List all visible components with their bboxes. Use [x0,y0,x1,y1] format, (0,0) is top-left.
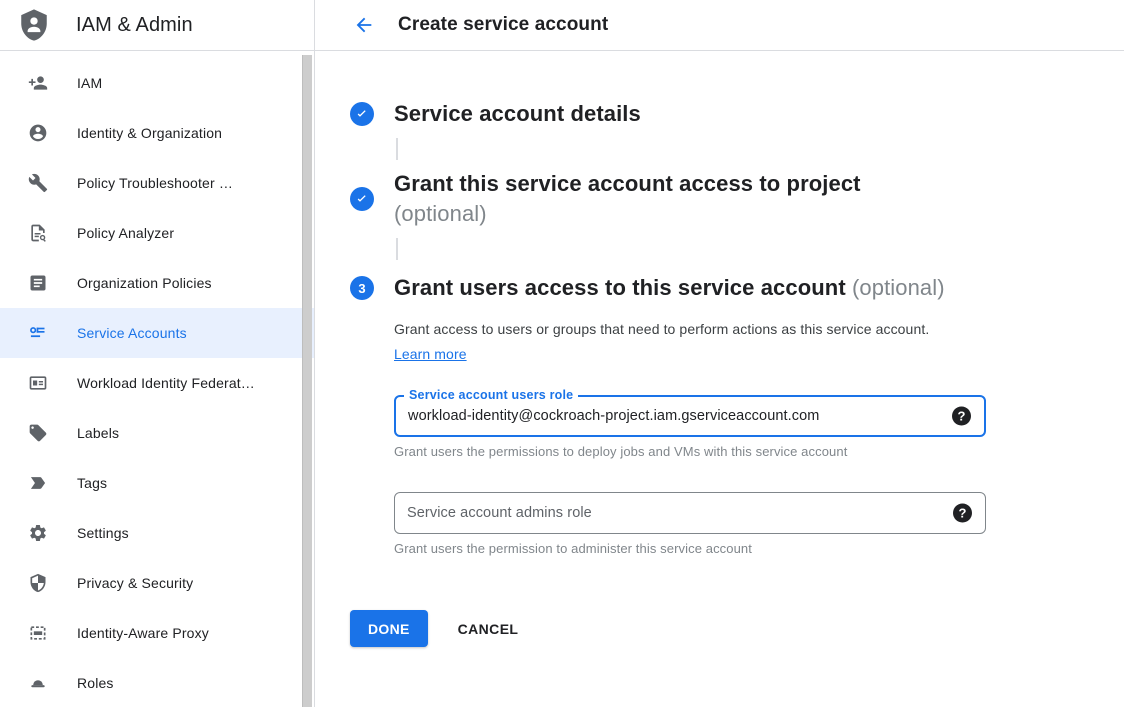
service-account-key-icon [28,323,48,343]
step-3-description-text: Grant access to users or groups that nee… [394,321,929,337]
sidebar-item-label: Organization Policies [77,275,212,291]
sidebar-item-tags[interactable]: Tags [0,458,314,508]
account-circle-icon [28,123,48,143]
iam-shield-person-icon [17,8,51,42]
sidebar-item-identity-organization[interactable]: Identity & Organization [0,108,314,158]
shield-icon [28,573,48,593]
gcp-console-window: IAM & Admin IAM Identity & Organization [0,0,1124,707]
help-icon[interactable]: ? [953,504,972,523]
service-account-users-role-field: Service account users role ? Grant users… [394,395,986,459]
sidebar-scrollbar-thumb[interactable] [302,55,312,707]
policy-analyzer-icon [28,223,48,243]
sidebar-item-organization-policies[interactable]: Organization Policies [0,258,314,308]
step-1-service-account-details: Service account details [350,99,1015,129]
main-panel: Create service account Service account d… [315,0,1124,707]
step-2-title: Grant this service account access to pro… [394,169,861,229]
step-3-body: Grant access to users or groups that nee… [394,317,986,556]
service-account-admins-role-field: ? Grant users the permission to administ… [394,492,986,556]
users-role-helper-text: Grant users the permissions to deploy jo… [394,444,986,459]
users-role-input-box: Service account users role ? [394,395,986,437]
article-icon [28,273,48,293]
step-connector [396,138,398,160]
gear-icon [28,523,48,543]
person-add-icon [28,73,48,93]
cancel-button[interactable]: CANCEL [458,621,519,637]
sidebar-item-settings[interactable]: Settings [0,508,314,558]
step-3-description: Grant access to users or groups that nee… [394,317,959,367]
sidebar-header: IAM & Admin [0,0,314,51]
admins-role-helper-text: Grant users the permission to administer… [394,541,986,556]
step-3-title-text: Grant users access to this service accou… [394,275,846,300]
sidebar-item-label: Policy Troubleshooter … [77,175,233,191]
admins-role-input-box: ? [394,492,986,534]
sidebar-item-policy-troubleshooter[interactable]: Policy Troubleshooter … [0,158,314,208]
sidebar-item-label: Workload Identity Federat… [77,375,255,391]
sidebar-item-label: Policy Analyzer [77,225,174,241]
sidebar-item-label: Privacy & Security [77,575,193,591]
sidebar-nav: IAM Identity & Organization Policy Troub… [0,51,314,707]
step-3-number-badge: 3 [350,276,374,300]
sidebar-item-label: Roles [77,675,114,691]
step-2-title-text: Grant this service account access to pro… [394,171,861,196]
sidebar-item-iam[interactable]: IAM [0,58,314,108]
step-3-optional-label: (optional) [852,275,945,300]
sidebar-item-roles[interactable]: Roles [0,658,314,707]
proxy-icon [28,623,48,643]
sidebar-item-service-accounts[interactable]: Service Accounts [0,308,314,358]
tag-arrow-icon [28,473,48,493]
sidebar-item-identity-aware-proxy[interactable]: Identity-Aware Proxy [0,608,314,658]
sidebar-item-label: Tags [77,475,107,491]
step-2-check-icon [350,187,374,211]
step-connector [396,238,398,260]
learn-more-link[interactable]: Learn more [394,346,467,362]
page-header: Create service account [315,0,1124,51]
admins-role-input[interactable] [395,493,985,533]
roles-hat-icon [28,673,48,693]
badge-card-icon [28,373,48,393]
users-role-floating-label: Service account users role [404,388,578,402]
sidebar-item-label: Service Accounts [77,325,187,341]
sidebar-item-label: Labels [77,425,119,441]
sidebar-item-workload-identity-federation[interactable]: Workload Identity Federat… [0,358,314,408]
step-3-grant-users-access: 3 Grant users access to this service acc… [350,273,1015,303]
sidebar-item-privacy-security[interactable]: Privacy & Security [0,558,314,608]
sidebar-item-label: Identity-Aware Proxy [77,625,209,641]
step-3-number: 3 [358,281,365,296]
sidebar-item-label: Settings [77,525,129,541]
sidebar-item-labels[interactable]: Labels [0,408,314,458]
users-role-input[interactable] [396,397,984,435]
arrow-back-icon[interactable] [352,13,376,37]
sidebar-product-title: IAM & Admin [76,14,193,37]
done-button[interactable]: DONE [350,610,428,647]
step-1-check-icon [350,102,374,126]
sidebar-item-label: Identity & Organization [77,125,222,141]
step-3-title: Grant users access to this service accou… [394,273,945,303]
wizard-content: Service account details Grant this servi… [315,51,1015,647]
iam-admin-sidebar: IAM & Admin IAM Identity & Organization [0,0,315,707]
wrench-icon [28,173,48,193]
sidebar-item-policy-analyzer[interactable]: Policy Analyzer [0,208,314,258]
wizard-actions: DONE CANCEL [350,610,1015,647]
sidebar-item-label: IAM [77,75,102,91]
step-2-grant-access-to-project: Grant this service account access to pro… [350,169,1015,229]
help-icon[interactable]: ? [952,407,971,426]
step-1-title: Service account details [394,99,641,129]
step-2-optional-label: (optional) [394,199,861,229]
label-tag-icon [28,423,48,443]
page-title: Create service account [398,14,608,36]
